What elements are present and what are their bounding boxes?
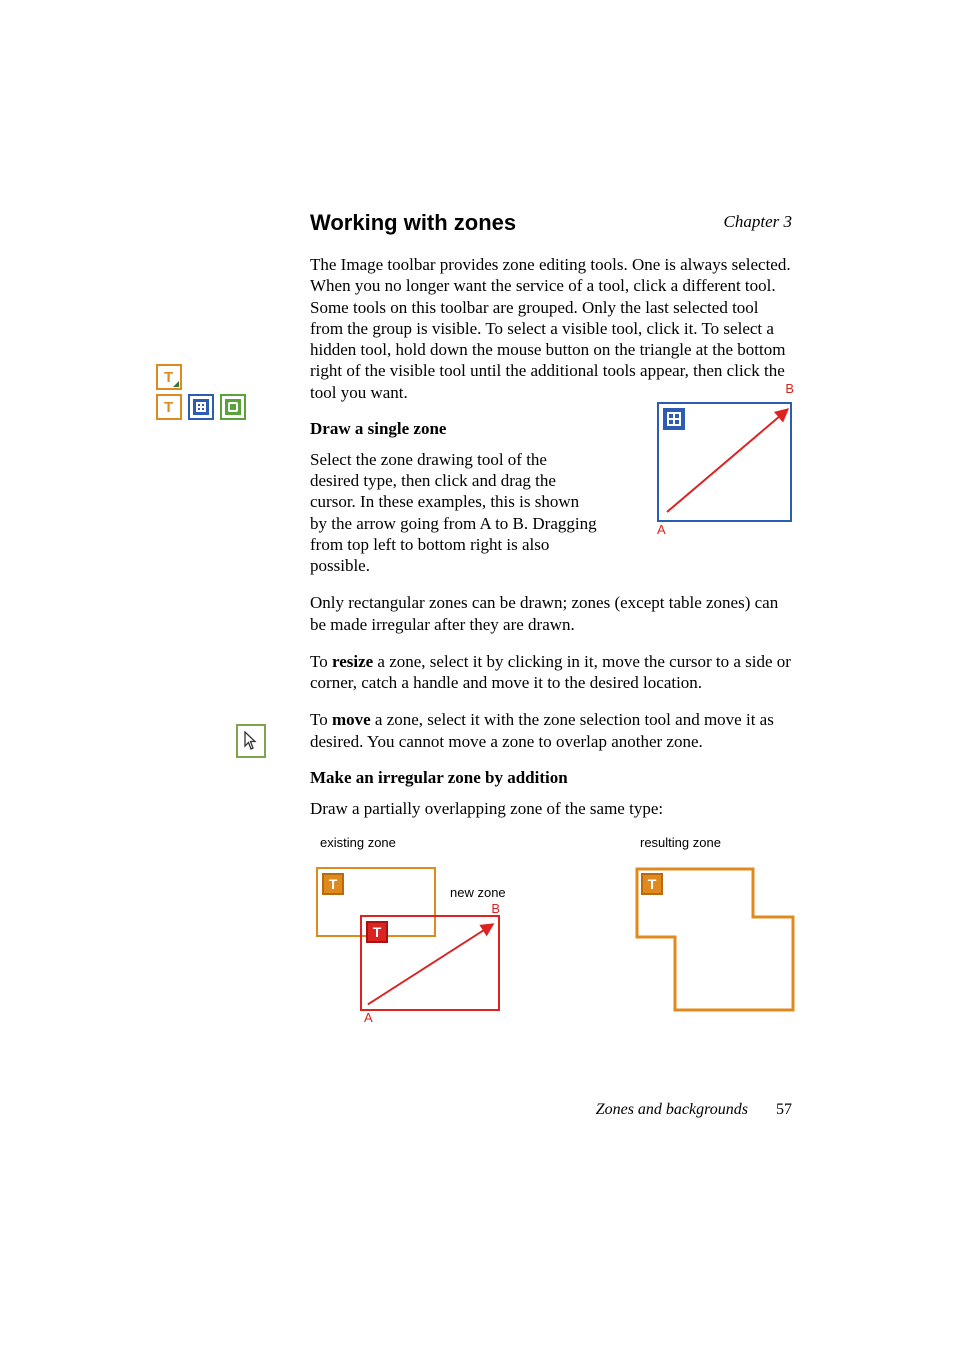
chapter-label: Chapter 3 (724, 212, 792, 232)
table-zone-example (657, 402, 792, 522)
toolbar-group-icon: T T (155, 363, 247, 421)
new-zone-box: T A B (360, 915, 500, 1011)
text-zone-badge-icon: T (322, 873, 344, 895)
label-b: B (785, 381, 794, 396)
move-paragraph: To move a zone, select it with the zone … (310, 709, 792, 752)
irregular-zone-paragraph: Draw a partially overlapping zone of the… (310, 798, 792, 819)
label-b: B (491, 901, 500, 916)
page: Chapter 3 T T Workin (0, 0, 954, 1351)
existing-zone-label: existing zone (320, 835, 396, 850)
main-content: Working with zones The Image toolbar pro… (310, 210, 792, 1035)
new-zone-label: new zone (450, 885, 506, 900)
intro-paragraph: The Image toolbar provides zone editing … (310, 254, 792, 403)
irregular-zone-heading: Make an irregular zone by addition (310, 768, 792, 788)
text-zone-badge-icon: T (641, 873, 663, 895)
resize-paragraph: To resize a zone, select it by clicking … (310, 651, 792, 694)
footer-section: Zones and backgrounds (596, 1101, 748, 1118)
rectangular-note: Only rectangular zones can be drawn; zon… (310, 592, 792, 635)
label-a: A (364, 1010, 373, 1025)
section-title: Working with zones (310, 210, 792, 236)
resulting-zone-shape: T (635, 867, 795, 1012)
resulting-zone-label: resulting zone (640, 835, 721, 850)
draw-zone-figure: B A (657, 399, 792, 534)
draw-single-zone-paragraph: Select the zone drawing tool of the desi… (310, 449, 600, 577)
table-zone-tool-icon (188, 394, 214, 420)
page-footer: Zones and backgrounds 57 (596, 1101, 792, 1119)
form-zone-tool-icon (220, 394, 246, 420)
zone-selection-tool-icon (236, 724, 266, 758)
page-number: 57 (776, 1101, 792, 1118)
label-a: A (657, 522, 666, 537)
text-zone-tool-icon: T (156, 364, 182, 390)
irregular-zone-figure: existing zone new zone resulting zone T … (310, 835, 792, 1035)
text-zone-tool-icon: T (156, 394, 182, 420)
